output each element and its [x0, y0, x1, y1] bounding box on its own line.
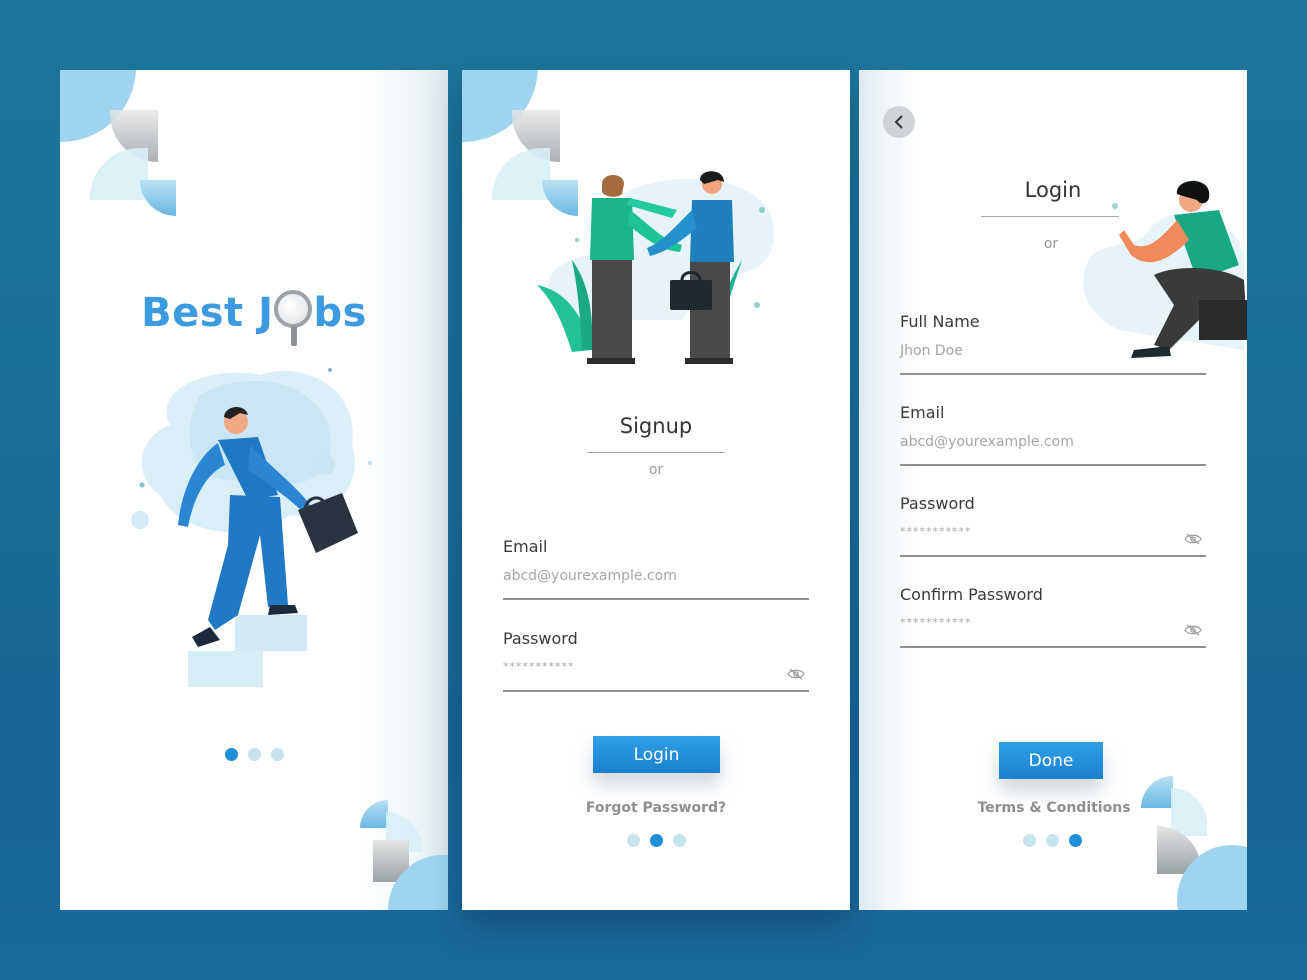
login-button[interactable]: Login — [593, 736, 720, 773]
pager-dot-1[interactable] — [627, 834, 640, 847]
pager-dot-2[interactable] — [248, 748, 261, 761]
password-field[interactable]: Password *********** — [900, 494, 1206, 557]
full-name-underline — [900, 373, 1206, 375]
email-field[interactable]: Email abcd@yourexample.com — [503, 537, 809, 600]
email-underline — [503, 598, 809, 600]
brand-text-start: Best J — [141, 290, 274, 336]
or-divider: or — [648, 462, 664, 478]
email-label: Email — [900, 403, 945, 422]
confirm-password-input[interactable]: *********** — [900, 616, 1206, 636]
email-field[interactable]: Email abcd@yourexample.com — [900, 403, 1206, 466]
signup-title: Signup — [619, 414, 693, 438]
pager-dot-3[interactable] — [1069, 834, 1082, 847]
password-label: Password — [900, 494, 975, 513]
password-underline — [900, 555, 1206, 557]
forgot-password-link[interactable]: Forgot Password? — [462, 800, 850, 816]
full-name-label: Full Name — [900, 312, 980, 331]
login-screen: Login or Full Name Jhon Doe Email abcd@y… — [859, 70, 1247, 910]
pager-dot-2[interactable] — [1046, 834, 1059, 847]
confirm-password-label: Confirm Password — [900, 585, 1043, 604]
businessman-illustration — [131, 368, 372, 687]
decor-quarter-blue — [140, 180, 176, 216]
pager — [1023, 834, 1082, 847]
eye-slash-icon[interactable] — [787, 668, 805, 680]
pager-dot-3[interactable] — [673, 834, 686, 847]
password-underline — [503, 690, 809, 692]
email-input[interactable]: abcd@yourexample.com — [900, 434, 1206, 454]
pager-dot-2[interactable] — [650, 834, 663, 847]
magnifier-icon — [274, 290, 313, 346]
password-field[interactable]: Password *********** — [503, 629, 809, 692]
pager — [627, 834, 686, 847]
brand-logo: Best J bs — [60, 290, 448, 346]
decor-quarter-bottom — [360, 800, 388, 828]
password-label: Password — [503, 629, 578, 648]
full-name-field[interactable]: Full Name Jhon Doe — [900, 312, 1206, 375]
full-name-input[interactable]: Jhon Doe — [900, 343, 1206, 363]
brand-text-end: bs — [313, 290, 367, 336]
email-underline — [900, 464, 1206, 466]
email-input[interactable]: abcd@yourexample.com — [503, 568, 809, 588]
decor-rect — [90, 148, 148, 200]
back-button[interactable] — [883, 106, 915, 138]
pager-dot-1[interactable] — [225, 748, 238, 761]
decor-rect-bottom — [1171, 788, 1207, 836]
pager-dot-3[interactable] — [271, 748, 284, 761]
decor-quarter-bottom — [1141, 776, 1173, 808]
signup-screen: Signup or Email abcd@yourexample.com Pas… — [462, 70, 850, 910]
title-underline — [587, 452, 725, 453]
confirm-password-field[interactable]: Confirm Password *********** — [900, 585, 1206, 648]
handshake-illustration — [537, 171, 774, 364]
chevron-left-icon — [894, 115, 903, 129]
confirm-password-underline — [900, 646, 1206, 648]
eye-slash-icon[interactable] — [1184, 624, 1202, 636]
password-input[interactable]: *********** — [900, 525, 1206, 545]
pager-dot-1[interactable] — [1023, 834, 1036, 847]
password-input[interactable]: *********** — [503, 660, 809, 680]
eye-slash-icon[interactable] — [1184, 533, 1202, 545]
splash-screen: Best J bs — [60, 70, 448, 910]
pager — [225, 748, 284, 761]
done-button[interactable]: Done — [999, 742, 1103, 779]
email-label: Email — [503, 537, 548, 556]
